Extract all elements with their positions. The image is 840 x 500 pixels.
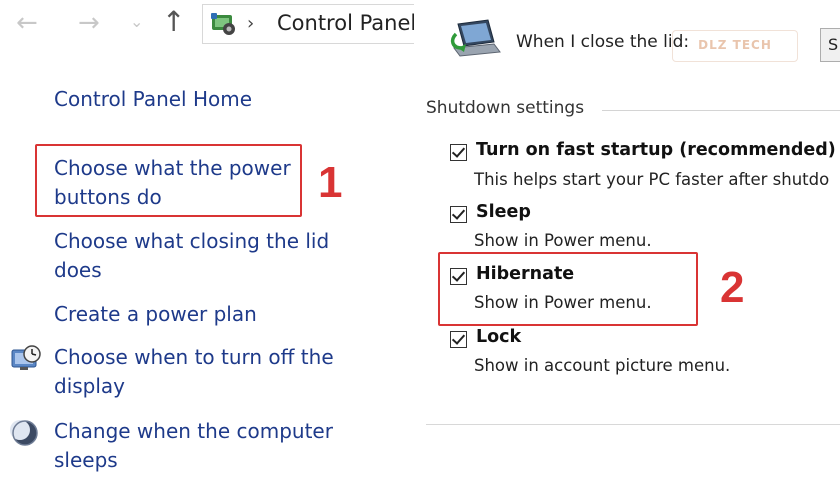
lid-close-label: When I close the lid:: [516, 32, 690, 52]
lid-action-select[interactable]: S: [820, 28, 840, 62]
sleep-checkbox[interactable]: [450, 206, 467, 223]
breadcrumb-control-panel[interactable]: Control Panel: [277, 11, 416, 35]
fast-startup-checkbox[interactable]: [450, 144, 467, 161]
lock-description: Show in account picture menu.: [474, 356, 731, 375]
moon-icon: [10, 420, 38, 446]
lock-checkbox[interactable]: [450, 331, 467, 348]
back-arrow-icon[interactable]: ←: [16, 8, 38, 38]
step-number-2: 2: [720, 263, 745, 312]
watermark-logo: DLZ TECH: [672, 30, 798, 62]
highlight-box-step-2: [438, 252, 698, 326]
laptop-lid-icon: [450, 19, 501, 57]
monitor-clock-icon: [11, 345, 41, 370]
right-panel: [424, 0, 840, 500]
sidebar-link-create-power-plan[interactable]: Create a power plan: [54, 300, 257, 329]
fast-startup-description: This helps start your PC faster after sh…: [474, 170, 830, 189]
step-number-1: 1: [318, 158, 343, 207]
address-bar[interactable]: › Control Panel: [202, 4, 416, 44]
fast-startup-label[interactable]: Turn on fast startup (recommended): [476, 140, 836, 160]
up-arrow-icon[interactable]: ↑: [162, 6, 185, 38]
shutdown-settings-heading: Shutdown settings: [426, 98, 585, 118]
breadcrumb-separator: ›: [247, 13, 255, 34]
sidebar-link-control-panel-home[interactable]: Control Panel Home: [54, 85, 252, 114]
bottom-divider: [426, 424, 840, 425]
control-panel-icon: [211, 13, 235, 35]
sidebar-link-closing-lid[interactable]: Choose what closing the lid does: [54, 227, 354, 285]
forward-arrow-icon[interactable]: →: [78, 8, 100, 38]
panel-divider: [414, 0, 424, 500]
left-panel: ← → ⌄ ↑ › Control Panel Control Panel Ho…: [0, 0, 416, 500]
sidebar-link-turn-off-display[interactable]: Choose when to turn off the display: [54, 343, 354, 401]
lock-label[interactable]: Lock: [476, 327, 521, 347]
sleep-label[interactable]: Sleep: [476, 202, 531, 222]
section-divider: [602, 110, 840, 111]
highlight-box-step-1: [35, 144, 302, 217]
sleep-description: Show in Power menu.: [474, 231, 652, 250]
navigation-bar: ← → ⌄ ↑ › Control Panel: [0, 0, 416, 50]
sidebar-link-computer-sleeps[interactable]: Change when the computer sleeps: [54, 417, 354, 475]
recent-locations-chevron-icon[interactable]: ⌄: [130, 12, 143, 31]
